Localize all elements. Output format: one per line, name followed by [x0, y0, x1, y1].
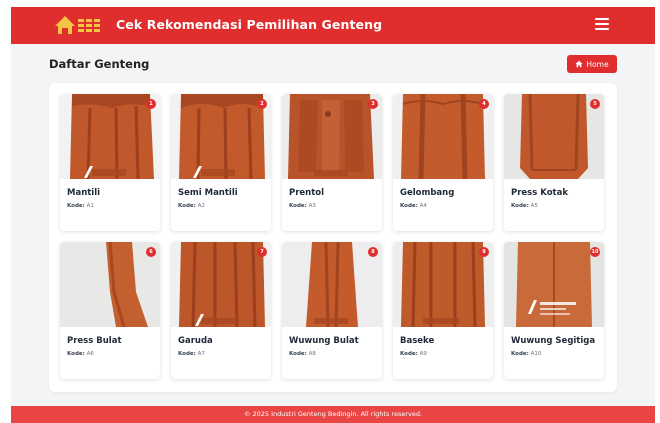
- tile-badge: 4: [479, 99, 489, 109]
- tile-name: Wuwung Bulat: [289, 336, 359, 346]
- tile-code: Kode: A2: [178, 203, 205, 209]
- tile-card-wuwung-bulat[interactable]: 8 Wuwung Bulat Kode: A8: [282, 242, 382, 379]
- tile-image-press-kotak: [504, 94, 604, 179]
- tile-badge: 8: [368, 247, 378, 257]
- tile-name: Mantili: [67, 188, 101, 198]
- tile-card-garuda[interactable]: 7 Garuda Kode: A7: [171, 242, 271, 379]
- tile-badge: 9: [479, 247, 489, 257]
- tile-card-prentol[interactable]: 3 Prentol Kode: A3: [282, 94, 382, 231]
- tile-image-baseke: [393, 242, 493, 327]
- page-title: Daftar Genteng: [49, 57, 150, 71]
- tile-image-prentol: [282, 94, 382, 179]
- tile-badge: 5: [590, 99, 600, 109]
- tile-code: Kode: A10: [511, 351, 542, 357]
- tile-name: Garuda: [178, 336, 213, 346]
- tile-code: Kode: A3: [289, 203, 316, 209]
- tile-image-garuda: [171, 242, 271, 327]
- tile-badge: 2: [257, 99, 267, 109]
- home-button[interactable]: Home: [567, 55, 617, 73]
- tile-name: Gelombang: [400, 188, 455, 198]
- tile-name: Press Kotak: [511, 188, 568, 198]
- tile-image-gelombang: [393, 94, 493, 179]
- app-frame: Cek Rekomendasi Pemilihan Genteng Daftar…: [11, 7, 655, 423]
- tile-badge: 7: [257, 247, 267, 257]
- tile-image-mantili: [60, 94, 160, 179]
- tile-badge: 3: [368, 99, 378, 109]
- tile-card-press-bulat[interactable]: 6 Press Bulat Kode: A6: [60, 242, 160, 379]
- tile-name: Prentol: [289, 188, 325, 198]
- tile-badge: 1: [146, 99, 156, 109]
- tile-image-press-bulat: [60, 242, 160, 327]
- tile-code: Kode: A1: [67, 203, 94, 209]
- tile-list-panel: 1 Mantili Kode: A1 2 Semi Mantili Kode: …: [49, 83, 617, 392]
- tile-card-wuwung-segitiga[interactable]: 10 Wuwung Segitiga Kode: A10: [504, 242, 604, 379]
- hamburger-menu-icon[interactable]: [595, 18, 609, 32]
- tile-code: Kode: A9: [400, 351, 427, 357]
- tile-code: Kode: A6: [67, 351, 94, 357]
- tile-card-mantili[interactable]: 1 Mantili Kode: A1: [60, 94, 160, 231]
- tile-name: Press Bulat: [67, 336, 122, 346]
- tile-code: Kode: A7: [178, 351, 205, 357]
- tile-image-semi-mantili: [171, 94, 271, 179]
- tile-name: Wuwung Segitiga: [511, 336, 596, 346]
- home-button-label: Home: [586, 59, 609, 69]
- tile-code: Kode: A4: [400, 203, 427, 209]
- tile-card-press-kotak[interactable]: 5 Press Kotak Kode: A5: [504, 94, 604, 231]
- tile-badge: 6: [146, 247, 156, 257]
- top-navbar: Cek Rekomendasi Pemilihan Genteng: [11, 7, 655, 44]
- tile-code: Kode: A5: [511, 203, 538, 209]
- tile-card-gelombang[interactable]: 4 Gelombang Kode: A4: [393, 94, 493, 231]
- tile-image-wuwung-bulat: [282, 242, 382, 327]
- roof-tile-logo-icon[interactable]: [53, 13, 103, 37]
- tile-card-semi-mantili[interactable]: 2 Semi Mantili Kode: A2: [171, 94, 271, 231]
- tile-card-baseke[interactable]: 9 Baseke Kode: A9: [393, 242, 493, 379]
- tile-name: Semi Mantili: [178, 188, 238, 198]
- tile-name: Baseke: [400, 336, 435, 346]
- footer-copyright: © 2025 Industri Genteng Bedingin. All ri…: [11, 406, 655, 423]
- tile-badge: 10: [590, 247, 600, 257]
- home-icon: [575, 60, 584, 68]
- tile-image-wuwung-segitiga: [504, 242, 604, 327]
- tile-code: Kode: A8: [289, 351, 316, 357]
- app-title: Cek Rekomendasi Pemilihan Genteng: [116, 17, 383, 32]
